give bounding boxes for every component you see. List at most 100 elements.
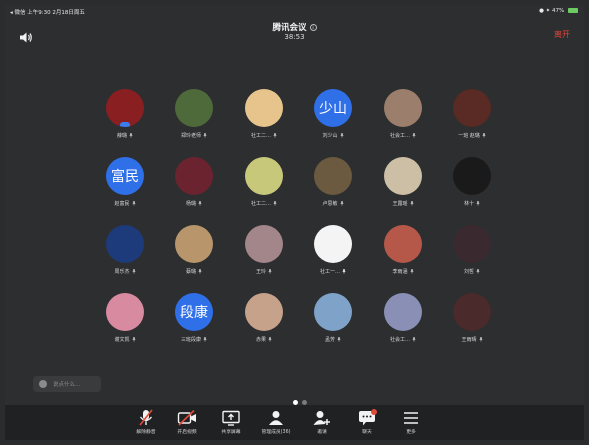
participant-tile[interactable]: 社会工… bbox=[368, 293, 438, 357]
participant-tile[interactable]: 社工二… bbox=[229, 89, 299, 153]
avatar bbox=[314, 225, 352, 263]
members-icon bbox=[266, 409, 286, 427]
avatar bbox=[384, 293, 422, 331]
leave-button[interactable]: 离开 bbox=[554, 29, 570, 40]
participant-tile[interactable]: 王露瑶 bbox=[368, 157, 438, 221]
mic-icon bbox=[478, 337, 483, 342]
toolbar-label: 邀请 bbox=[317, 430, 327, 435]
avatar bbox=[106, 293, 144, 331]
toolbar-label: 解除静音 bbox=[136, 430, 156, 435]
participant-tile[interactable]: 社会工… bbox=[368, 89, 438, 153]
participant-name: 社工二… bbox=[250, 201, 271, 207]
mic-icon bbox=[273, 133, 277, 138]
participant-name: 社工二… bbox=[250, 133, 271, 139]
participant-tile[interactable]: 林十 bbox=[437, 157, 507, 221]
share-button[interactable]: 共享屏幕 bbox=[209, 409, 253, 439]
participant-name: 刘少山 bbox=[322, 133, 338, 139]
participant-name-row: 社工一… bbox=[298, 268, 368, 275]
mute-button[interactable]: 解除静音 bbox=[124, 409, 168, 439]
avatar bbox=[384, 89, 422, 127]
avatar bbox=[314, 293, 352, 331]
participant-tile[interactable]: 少山 刘少山 bbox=[298, 89, 368, 153]
more-button[interactable]: 更多 bbox=[389, 409, 433, 439]
toolbar-label: 共享屏幕 bbox=[221, 430, 241, 435]
avatar: 富民 bbox=[106, 157, 144, 195]
participant-tile[interactable]: 一班 赵璐 bbox=[437, 89, 507, 153]
chat-input[interactable]: 说点什么... bbox=[33, 376, 101, 392]
participant-name-row: 三班段康 bbox=[159, 336, 229, 343]
avatar bbox=[175, 225, 213, 263]
participant-name: 赤果 bbox=[255, 337, 266, 343]
avatar bbox=[453, 293, 491, 331]
host-badge-icon bbox=[120, 122, 130, 127]
avatar bbox=[453, 225, 491, 263]
participant-tile[interactable]: 孟芳 bbox=[298, 293, 368, 357]
participant-name-row: 刘哲 bbox=[437, 268, 507, 275]
participant-name: 社会工… bbox=[389, 133, 410, 139]
participant-tile[interactable]: 社工一… bbox=[298, 225, 368, 289]
video-button[interactable]: 开启视频 bbox=[165, 409, 209, 439]
mic-icon bbox=[203, 133, 207, 138]
participant-name-row: 蔡璐 bbox=[159, 268, 229, 275]
mic-icon bbox=[339, 133, 344, 138]
toolbar-label: 开启视频 bbox=[177, 430, 197, 435]
participant-tile[interactable]: 周乐杰 bbox=[90, 225, 160, 289]
participant-name-row: 刘少山 bbox=[298, 132, 368, 139]
participant-name-row: 林十 bbox=[437, 200, 507, 207]
participant-tile[interactable]: 赤果 bbox=[229, 293, 299, 357]
avatar bbox=[384, 225, 422, 263]
participant-name: 一班 赵璐 bbox=[458, 133, 480, 139]
share-screen-icon bbox=[221, 409, 241, 427]
participant-name-row: 赵富民 bbox=[90, 200, 160, 207]
mic-icon bbox=[198, 269, 202, 274]
avatar: 少山 bbox=[314, 89, 352, 127]
avatar-initials: 段康 bbox=[180, 305, 208, 321]
mic-icon bbox=[337, 337, 341, 342]
meeting-title-wrap[interactable]: 腾讯会议 i bbox=[5, 21, 584, 33]
participant-name-row: 社工二… bbox=[229, 132, 299, 139]
toolbar-label: 管理成员(36) bbox=[261, 430, 291, 435]
participant-name-row: 赤果 bbox=[229, 336, 299, 343]
meeting-title: 腾讯会议 bbox=[272, 23, 307, 33]
status-left-text: ◂ 微信 上午9:30 2月18日周五 bbox=[10, 10, 85, 16]
participant-tile[interactable]: 富民 赵富民 bbox=[90, 157, 160, 221]
participant-name-row: 社工二… bbox=[229, 200, 299, 207]
participant-tile[interactable]: 薛璐 bbox=[90, 89, 160, 153]
chat-button[interactable]: 聊天 bbox=[345, 409, 389, 439]
battery-icon bbox=[568, 8, 578, 13]
participant-name: 赵富民 bbox=[114, 201, 130, 207]
invite-button[interactable]: 邀请 bbox=[300, 409, 344, 439]
toolbar-label: 聊天 bbox=[362, 430, 372, 435]
members-button[interactable]: 管理成员(36) bbox=[254, 409, 298, 439]
status-right: ● ✦ 47% bbox=[539, 8, 578, 14]
participant-tile[interactable]: 卢思敏 bbox=[298, 157, 368, 221]
participant-name-row: 社会工… bbox=[368, 132, 438, 139]
mic-icon bbox=[342, 269, 346, 274]
participant-name-row: 一班 赵璐 bbox=[437, 132, 507, 139]
participant-tile[interactable]: 蔡璐 bbox=[159, 225, 229, 289]
participant-tile[interactable]: 郑玲老师 bbox=[159, 89, 229, 153]
mic-icon bbox=[198, 201, 202, 206]
info-icon[interactable]: i bbox=[309, 24, 317, 31]
participant-name: 孟芳 bbox=[324, 337, 335, 343]
participant-tile[interactable]: 李雨涵 bbox=[368, 225, 438, 289]
mic-icon bbox=[268, 269, 272, 274]
participant-name: 社工一… bbox=[319, 269, 340, 275]
participant-name-row: 卢思敏 bbox=[298, 200, 368, 207]
participant-tile[interactable]: 王雨晴 bbox=[437, 293, 507, 357]
participant-name-row: 李雨涵 bbox=[368, 268, 438, 275]
participant-tile[interactable]: 谢文凯 bbox=[90, 293, 160, 357]
avatar bbox=[245, 157, 283, 195]
avatar bbox=[175, 157, 213, 195]
participant-name-row: 孟芳 bbox=[298, 336, 368, 343]
mic-icon bbox=[268, 337, 272, 342]
participant-tile[interactable]: 王玲 bbox=[229, 225, 299, 289]
participant-tile[interactable]: 杨璐 bbox=[159, 157, 229, 221]
participant-tile[interactable]: 段康 三班段康 bbox=[159, 293, 229, 357]
avatar bbox=[175, 89, 213, 127]
participant-tile[interactable]: 社工二… bbox=[229, 157, 299, 221]
participant-name: 周乐杰 bbox=[114, 269, 130, 275]
mic-icon bbox=[476, 269, 480, 274]
participant-tile[interactable]: 刘哲 bbox=[437, 225, 507, 289]
mic-muted-icon bbox=[136, 409, 156, 427]
